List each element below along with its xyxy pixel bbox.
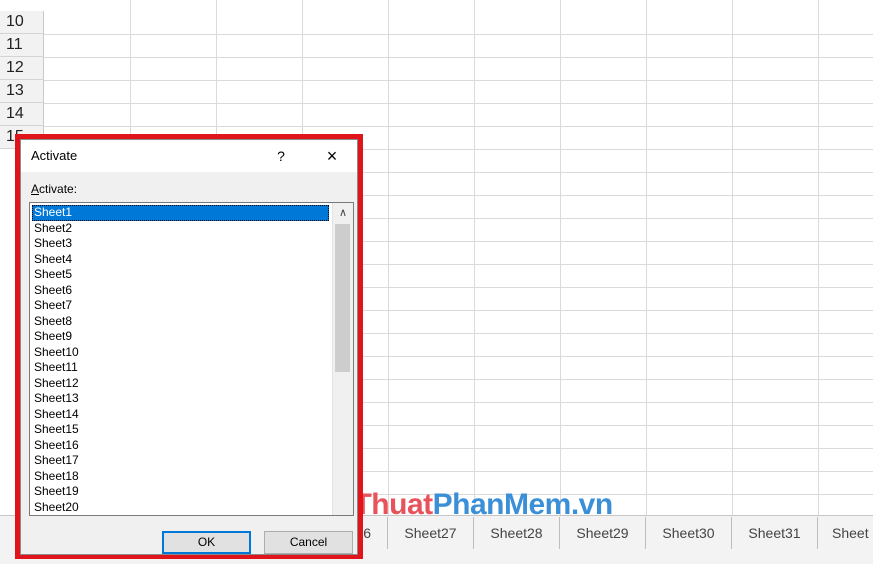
grid-line: [388, 0, 389, 515]
sheet-list-item[interactable]: Sheet10: [32, 345, 332, 361]
sheet-list-item[interactable]: Sheet2: [32, 221, 332, 237]
sheet-tab[interactable]: Sheet30: [646, 517, 732, 549]
sheet-list-item[interactable]: Sheet19: [32, 484, 332, 500]
sheet-list-item[interactable]: Sheet18: [32, 469, 332, 485]
close-icon[interactable]: ×: [319, 144, 345, 168]
listbox-scrollbar[interactable]: ∧: [332, 203, 353, 515]
scrollbar-thumb[interactable]: [335, 224, 350, 372]
ok-button[interactable]: OK: [162, 531, 251, 554]
sheet-list-item[interactable]: Sheet3: [32, 236, 332, 252]
grid-line: [732, 0, 733, 515]
dialog-title: Activate: [31, 148, 78, 163]
sheet-list-item[interactable]: Sheet12: [32, 376, 332, 392]
sheet-list-item[interactable]: Sheet11: [32, 360, 332, 376]
sheet-list-item[interactable]: Sheet17: [32, 453, 332, 469]
label-accelerator: A: [31, 182, 40, 196]
grid-line: [44, 57, 873, 58]
sheet-list-item[interactable]: Sheet15: [32, 422, 332, 438]
row-header-12[interactable]: 12: [0, 57, 44, 80]
dialog-titlebar[interactable]: Activate ? ×: [21, 140, 357, 172]
sheet-list-item[interactable]: Sheet8: [32, 314, 332, 330]
help-icon[interactable]: ?: [269, 144, 293, 168]
grid-line: [44, 126, 873, 127]
label-text: ctivate:: [39, 182, 78, 196]
grid-line: [44, 80, 873, 81]
scroll-up-icon[interactable]: ∧: [333, 203, 353, 223]
grid-line: [818, 0, 819, 515]
grid-line: [646, 0, 647, 515]
grid-line: [44, 103, 873, 104]
grid-line: [474, 0, 475, 515]
row-header-13[interactable]: 13: [0, 80, 44, 103]
sheet-tab[interactable]: Sheet: [818, 517, 873, 549]
sheet-list-label: Activate:: [31, 182, 77, 196]
sheet-list-item[interactable]: Sheet13: [32, 391, 332, 407]
grid-line: [44, 34, 873, 35]
watermark-part-2: PhanMem.vn: [432, 488, 614, 521]
sheet-list-item[interactable]: Sheet1: [32, 205, 329, 221]
sheet-list-item[interactable]: Sheet20: [32, 500, 332, 516]
row-header-10[interactable]: 10: [0, 11, 44, 34]
row-header-14[interactable]: 14: [0, 103, 44, 126]
sheet-list-item[interactable]: Sheet16: [32, 438, 332, 454]
sheet-list-item[interactable]: Sheet4: [32, 252, 332, 268]
grid-line: [560, 0, 561, 515]
sheet-list-items: Sheet1 Sheet2 Sheet3 Sheet4 Sheet5 Sheet6 Shee…: [32, 205, 332, 515]
sheet-list-item[interactable]: Sheet6: [32, 283, 332, 299]
sheet-list-item[interactable]: Sheet14: [32, 407, 332, 423]
sheet-list-item[interactable]: Sheet9: [32, 329, 332, 345]
sheet-list-item[interactable]: Sheet5: [32, 267, 332, 283]
sheet-listbox[interactable]: Sheet1 Sheet2 Sheet3 Sheet4 Sheet5 Sheet6 Shee…: [29, 202, 354, 516]
sheet-list-item[interactable]: Sheet7: [32, 298, 332, 314]
activate-dialog: Activate ? × Activate: Sheet1 Sheet2 Sheet…: [20, 139, 358, 555]
sheet-tab[interactable]: Sheet31: [732, 517, 818, 549]
cancel-button[interactable]: Cancel: [264, 531, 353, 554]
row-header-11[interactable]: 11: [0, 34, 44, 57]
